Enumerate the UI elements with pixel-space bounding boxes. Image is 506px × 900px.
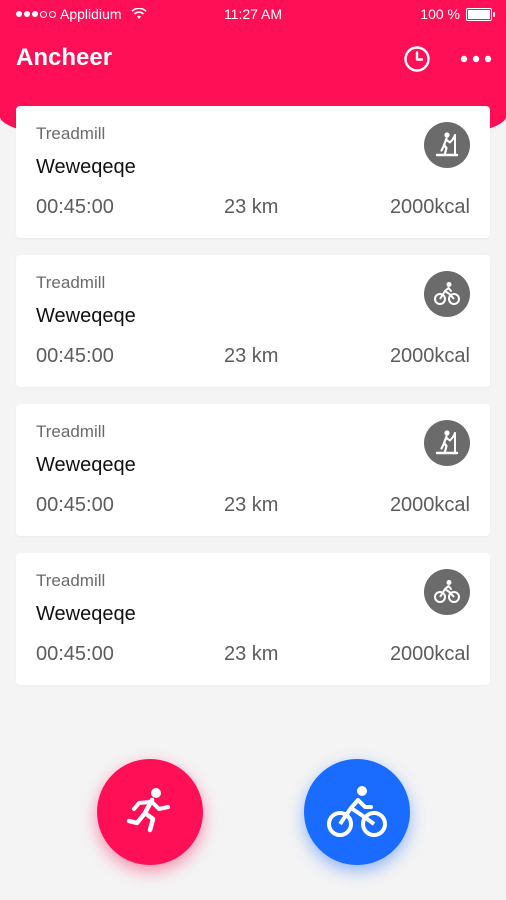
workout-name: Weweqeqe — [36, 305, 136, 327]
workout-distance: 23 km — [224, 345, 279, 367]
app-title: Ancheer — [16, 44, 113, 71]
workout-calories: 2000kcal — [389, 345, 470, 367]
workout-name: Weweqeqe — [36, 156, 136, 178]
treadmill-icon — [424, 122, 470, 168]
battery-group: 100 % — [420, 6, 495, 22]
workout-card[interactable]: Treadmill Weweqeqe 00:45:00 23 km 2000kc… — [16, 404, 490, 536]
workout-duration: 00:45:00 — [36, 196, 114, 218]
more-options-button[interactable] — [456, 42, 496, 76]
more-horizontal-icon — [460, 55, 492, 63]
clock-icon — [404, 46, 430, 72]
workout-distance: 23 km — [224, 494, 279, 516]
workout-type: Treadmill — [36, 124, 106, 143]
workout-duration: 00:45:00 — [36, 345, 114, 367]
workout-name: Weweqeqe — [36, 603, 136, 625]
running-icon — [126, 788, 170, 833]
workout-type: Treadmill — [36, 273, 106, 292]
workout-calories: 2000kcal — [389, 494, 470, 516]
workout-duration: 00:45:00 — [36, 494, 114, 516]
workout-calories: 2000kcal — [389, 196, 470, 218]
history-button[interactable] — [400, 42, 434, 76]
bicycle-icon — [424, 569, 470, 615]
status-bar: Applidium 11:27 AM 100 % — [0, 0, 506, 28]
workout-duration: 00:45:00 — [36, 643, 114, 665]
treadmill-icon — [424, 420, 470, 466]
battery-icon — [466, 7, 495, 21]
battery-percent: 100 % — [420, 6, 460, 22]
workout-list: Treadmill Weweqeqe 00:45:00 23 km 2000kc… — [16, 106, 490, 702]
workout-calories: 2000kcal — [389, 643, 470, 665]
workout-distance: 23 km — [224, 196, 279, 218]
workout-card[interactable]: Treadmill Weweqeqe 00:45:00 23 km 2000kc… — [16, 553, 490, 685]
workout-card[interactable]: Treadmill Weweqeqe 00:45:00 23 km 2000kc… — [16, 255, 490, 387]
workout-type: Treadmill — [36, 571, 106, 590]
workout-name: Weweqeqe — [36, 454, 136, 476]
start-run-button[interactable] — [97, 759, 203, 865]
app-bar: Ancheer — [0, 38, 506, 80]
workout-distance: 23 km — [224, 643, 279, 665]
bicycle-icon — [424, 271, 470, 317]
bicycle-icon — [327, 786, 387, 837]
workout-card[interactable]: Treadmill Weweqeqe 00:45:00 23 km 2000kc… — [16, 106, 490, 238]
workout-type: Treadmill — [36, 422, 106, 441]
start-cycling-button[interactable] — [304, 759, 410, 865]
